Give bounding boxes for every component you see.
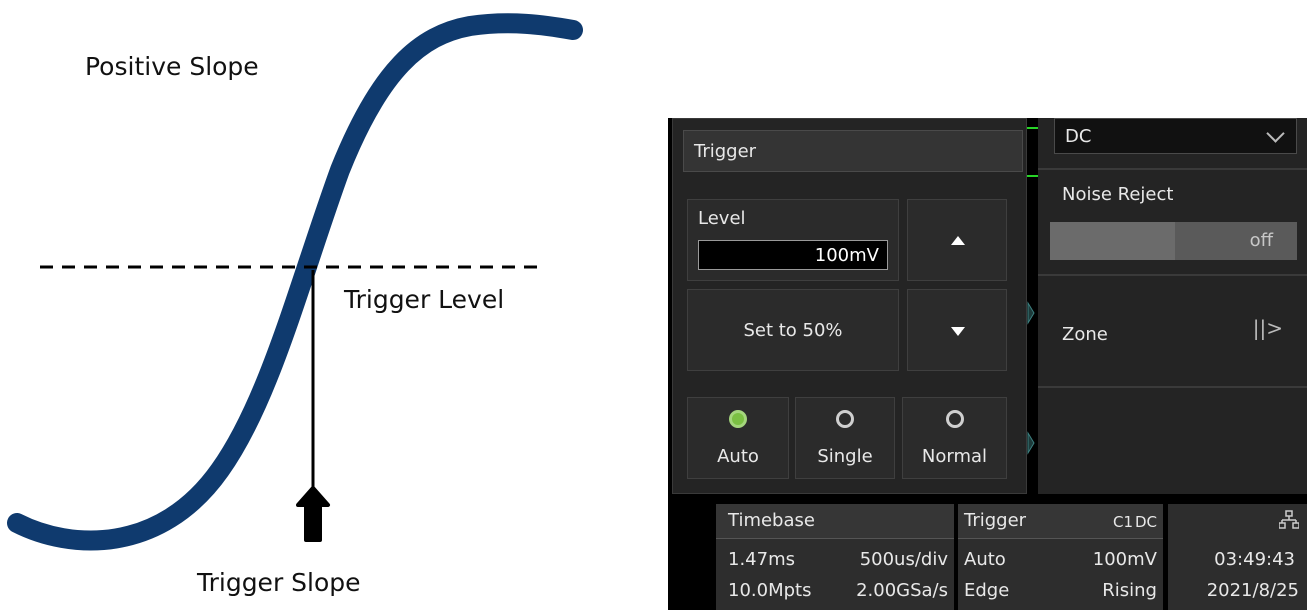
- trigger-slope: Rising: [1102, 580, 1157, 601]
- set-50-percent-button[interactable]: Set to 50%: [687, 289, 899, 371]
- timebase-scale: 500us/div: [859, 549, 948, 570]
- level-label: Level: [698, 208, 746, 229]
- timebase-sample-rate: 2.00GSa/s: [856, 580, 948, 601]
- trigger-source: C1: [1112, 513, 1133, 531]
- zone-label: Zone: [1062, 324, 1108, 345]
- level-control[interactable]: Level 100mV: [687, 199, 899, 281]
- timebase-title: Timebase: [728, 510, 815, 531]
- up-arrow-icon: [296, 486, 330, 542]
- coupling-value: DC: [1065, 126, 1092, 147]
- trigger-mode: Auto: [964, 549, 1006, 570]
- set-50-percent-label: Set to 50%: [743, 320, 843, 341]
- trigger-menu-panel: Trigger Level 100mV Set to 50% Auto Sing…: [672, 118, 1027, 494]
- trigger-status-title: Trigger: [964, 510, 1027, 531]
- divider: [958, 538, 1163, 539]
- timebase-delay: 1.47ms: [728, 549, 795, 570]
- positive-slope-label: Positive Slope: [85, 52, 259, 81]
- timebase-status[interactable]: Timebase 1.47ms 500us/div 10.0Mpts 2.00G…: [716, 504, 954, 610]
- clock-date: 2021/8/25: [1206, 580, 1299, 601]
- divider: [1038, 386, 1307, 388]
- network-icon: [1279, 510, 1299, 529]
- trigger-settings-column: DC Noise Reject off Zone ||>: [1038, 118, 1307, 494]
- timebase-memory: 10.0Mpts: [728, 580, 812, 601]
- trigger-coupling: DC: [1134, 513, 1157, 531]
- clock-time: 03:49:43: [1214, 549, 1295, 570]
- mode-normal-label: Normal: [921, 446, 988, 467]
- clock-status: 03:49:43 2021/8/25: [1168, 504, 1307, 610]
- trigger-type: Edge: [964, 580, 1010, 601]
- chevron-down-icon: [1266, 124, 1285, 143]
- level-value: 100mV: [814, 245, 879, 266]
- oscilloscope-screen: Trigger Level 100mV Set to 50% Auto Sing…: [668, 118, 1307, 610]
- level-down-button[interactable]: [907, 289, 1007, 371]
- divider: [716, 538, 954, 539]
- toggle-knob: [1050, 222, 1175, 260]
- triangle-down-icon: [951, 327, 965, 336]
- status-bar: Timebase 1.47ms 500us/div 10.0Mpts 2.00G…: [668, 502, 1307, 610]
- noise-reject-value: off: [1249, 230, 1273, 251]
- mode-normal-radio[interactable]: Normal: [902, 397, 1007, 479]
- level-up-button[interactable]: [907, 199, 1007, 281]
- signal-curve: [7, 13, 583, 551]
- radio-unselected-icon: [945, 410, 964, 428]
- diagram-graphic: [7, 13, 583, 551]
- trigger-status[interactable]: Trigger C1 DC Auto 100mV Edge Rising: [958, 504, 1163, 610]
- radio-selected-icon: [729, 410, 747, 428]
- mode-single-radio[interactable]: Single: [795, 397, 895, 479]
- level-input[interactable]: 100mV: [698, 240, 888, 270]
- noise-reject-toggle[interactable]: off: [1050, 222, 1297, 260]
- trigger-level: 100mV: [1092, 549, 1157, 570]
- coupling-select[interactable]: DC: [1054, 118, 1297, 154]
- mode-auto-label: Auto: [717, 446, 759, 467]
- mode-single-label: Single: [817, 446, 873, 467]
- trigger-slope-label: Trigger Slope: [197, 568, 361, 597]
- zone-menu-item[interactable]: Zone ||>: [1038, 276, 1307, 386]
- submenu-arrow-icon: ||>: [1252, 316, 1283, 340]
- trigger-level-label: Trigger Level: [344, 285, 505, 314]
- trigger-panel-header: Trigger: [683, 130, 1023, 172]
- triangle-up-icon: [951, 236, 965, 245]
- mode-auto-radio[interactable]: Auto: [687, 397, 789, 479]
- radio-unselected-icon: [836, 410, 854, 428]
- trigger-panel-title: Trigger: [694, 141, 757, 162]
- trigger-slope-diagram: Positive Slope Trigger Level Trigger Slo…: [0, 0, 650, 610]
- noise-reject-label: Noise Reject: [1062, 184, 1174, 205]
- divider: [1038, 168, 1307, 170]
